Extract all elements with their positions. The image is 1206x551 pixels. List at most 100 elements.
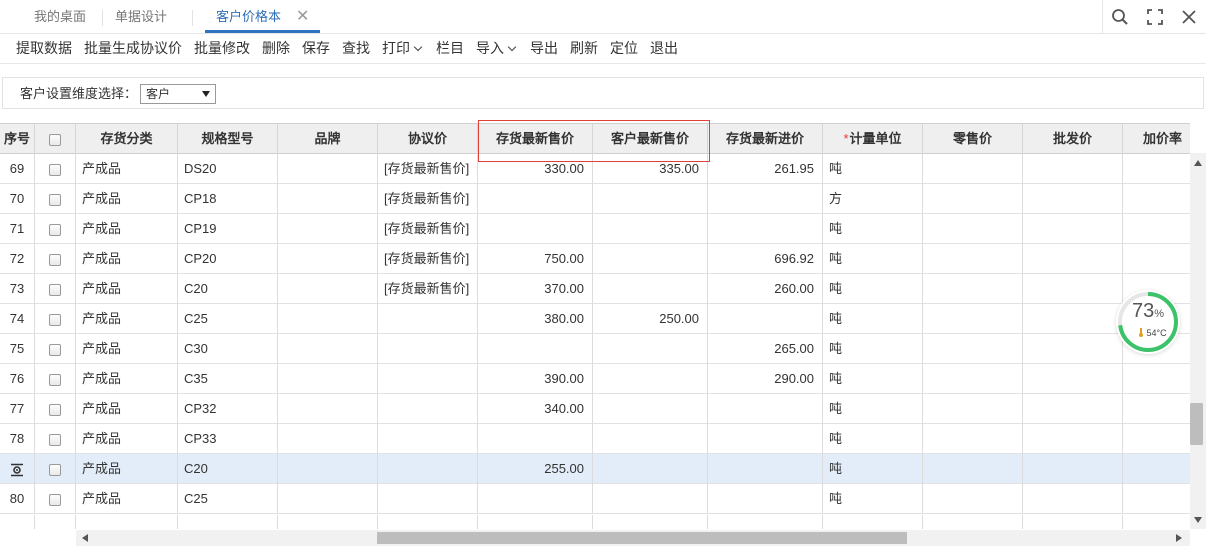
cell-stock-latest-purchase[interactable] xyxy=(708,454,823,484)
cell-wholesale[interactable] xyxy=(1023,454,1123,484)
cell-model[interactable]: C35 xyxy=(178,364,278,394)
cell-model[interactable]: CP19 xyxy=(178,214,278,244)
cell-model[interactable]: CP33 xyxy=(178,424,278,454)
cell-stock-latest-sale[interactable] xyxy=(478,334,593,364)
cell-markup[interactable] xyxy=(1123,364,1190,394)
cell-stock-latest-sale[interactable] xyxy=(478,484,593,514)
cell-retail[interactable] xyxy=(923,364,1023,394)
row-checkbox[interactable] xyxy=(49,343,61,356)
cell-wholesale[interactable] xyxy=(1023,364,1123,394)
cell-unit[interactable]: 吨 xyxy=(823,304,923,334)
cell-check[interactable] xyxy=(35,214,76,244)
row-checkbox[interactable] xyxy=(49,403,61,416)
cell-category[interactable]: 产成品 xyxy=(76,394,178,424)
cell-unit[interactable]: 吨 xyxy=(823,334,923,364)
cell-check[interactable] xyxy=(35,184,76,214)
cell-stock-latest-sale[interactable]: 750.00 xyxy=(478,244,593,274)
cell-agreement-price[interactable]: [存货最新售价] xyxy=(378,184,478,214)
cell-retail[interactable] xyxy=(923,394,1023,424)
row-checkbox[interactable] xyxy=(49,193,61,206)
cell-wholesale[interactable] xyxy=(1023,424,1123,454)
scroll-left-icon[interactable] xyxy=(82,534,88,542)
cell-customer-latest-sale[interactable] xyxy=(593,274,708,304)
header-col-stock-latest-sale[interactable]: 存货最新售价 xyxy=(478,124,593,154)
cell-agreement-price[interactable] xyxy=(378,424,478,454)
table-row[interactable]: 76 产成品 C35 390.00 290.00 吨 xyxy=(0,364,1190,394)
cell-brand[interactable] xyxy=(278,184,378,214)
print-dropdown[interactable]: 打印 xyxy=(382,34,423,62)
tab-my-desktop[interactable]: 我的桌面 xyxy=(34,0,86,33)
batch-edit-button[interactable]: 批量修改 xyxy=(194,34,250,62)
cell-category[interactable]: 产成品 xyxy=(76,154,178,184)
cell-check[interactable] xyxy=(35,334,76,364)
table-row[interactable]: 78 产成品 CP33 吨 xyxy=(0,424,1190,454)
cell-retail[interactable] xyxy=(923,334,1023,364)
table-row[interactable]: 75 产成品 C30 265.00 吨 xyxy=(0,334,1190,364)
cell-stock-latest-sale[interactable] xyxy=(478,184,593,214)
table-row[interactable]: 69 产成品 DS20 [存货最新售价] 330.00 335.00 261.95 吨 xyxy=(0,154,1190,184)
cell-markup[interactable] xyxy=(1123,424,1190,454)
cell-brand[interactable] xyxy=(278,334,378,364)
row-checkbox[interactable] xyxy=(49,373,61,386)
table-row[interactable]: 80 产成品 C25 吨 xyxy=(0,484,1190,514)
row-checkbox[interactable] xyxy=(49,223,61,236)
cell-brand[interactable] xyxy=(278,484,378,514)
horizontal-scroll-thumb[interactable] xyxy=(377,532,907,544)
table-row[interactable]: 72 产成品 CP20 [存货最新售价] 750.00 696.92 吨 xyxy=(0,244,1190,274)
cell-customer-latest-sale[interactable] xyxy=(593,484,708,514)
cell-agreement-price[interactable] xyxy=(378,364,478,394)
export-button[interactable]: 导出 xyxy=(530,34,558,62)
vertical-scrollbar[interactable] xyxy=(1190,153,1206,529)
cell-stock-latest-purchase[interactable] xyxy=(708,304,823,334)
scroll-up-icon[interactable] xyxy=(1194,160,1202,166)
cell-brand[interactable] xyxy=(278,394,378,424)
refresh-button[interactable]: 刷新 xyxy=(570,34,598,62)
cell-customer-latest-sale[interactable] xyxy=(593,454,708,484)
cell-brand[interactable] xyxy=(278,274,378,304)
cell-retail[interactable] xyxy=(923,484,1023,514)
cell-model[interactable]: DS20 xyxy=(178,154,278,184)
header-col-seq[interactable]: 序号 xyxy=(0,124,35,154)
cell-unit[interactable]: 方 xyxy=(823,184,923,214)
cell-stock-latest-purchase[interactable]: 290.00 xyxy=(708,364,823,394)
cell-agreement-price[interactable] xyxy=(378,484,478,514)
close-icon[interactable] xyxy=(1177,5,1201,29)
cell-unit[interactable]: 吨 xyxy=(823,394,923,424)
vertical-scroll-thumb[interactable] xyxy=(1190,403,1203,445)
table-row[interactable]: 产成品 C20 255.00 吨 xyxy=(0,454,1190,484)
table-row[interactable]: 70 产成品 CP18 [存货最新售价] 方 xyxy=(0,184,1190,214)
cell-retail[interactable] xyxy=(923,454,1023,484)
header-col-agreement-price[interactable]: 协议价 xyxy=(378,124,478,154)
cell-check[interactable] xyxy=(35,274,76,304)
cell-wholesale[interactable] xyxy=(1023,394,1123,424)
tab-close-icon[interactable]: ✕ xyxy=(296,0,309,34)
scroll-right-icon[interactable] xyxy=(1176,534,1182,542)
cell-customer-latest-sale[interactable] xyxy=(593,184,708,214)
cell-customer-latest-sale[interactable] xyxy=(593,424,708,454)
row-checkbox[interactable] xyxy=(49,283,61,296)
cell-category[interactable]: 产成品 xyxy=(76,424,178,454)
cell-stock-latest-sale[interactable]: 390.00 xyxy=(478,364,593,394)
cell-agreement-price[interactable] xyxy=(378,304,478,334)
table-row[interactable]: 77 产成品 CP32 340.00 吨 xyxy=(0,394,1190,424)
cell-customer-latest-sale[interactable]: 335.00 xyxy=(593,154,708,184)
cell-stock-latest-sale[interactable] xyxy=(478,214,593,244)
cell-retail[interactable] xyxy=(923,184,1023,214)
header-col-retail[interactable]: 零售价 xyxy=(923,124,1023,154)
cell-category[interactable]: 产成品 xyxy=(76,184,178,214)
row-checkbox[interactable] xyxy=(49,253,61,266)
cell-check[interactable] xyxy=(35,394,76,424)
cell-markup[interactable] xyxy=(1123,214,1190,244)
cell-brand[interactable] xyxy=(278,154,378,184)
cell-agreement-price[interactable]: [存货最新售价] xyxy=(378,154,478,184)
cell-model[interactable]: CP32 xyxy=(178,394,278,424)
cell-retail[interactable] xyxy=(923,424,1023,454)
cell-wholesale[interactable] xyxy=(1023,334,1123,364)
cell-markup[interactable] xyxy=(1123,394,1190,424)
cell-markup[interactable] xyxy=(1123,184,1190,214)
import-dropdown[interactable]: 导入 xyxy=(476,34,517,62)
cell-wholesale[interactable] xyxy=(1023,244,1123,274)
search-icon[interactable] xyxy=(1108,5,1132,29)
find-button[interactable]: 查找 xyxy=(342,34,370,62)
cell-check[interactable] xyxy=(35,454,76,484)
